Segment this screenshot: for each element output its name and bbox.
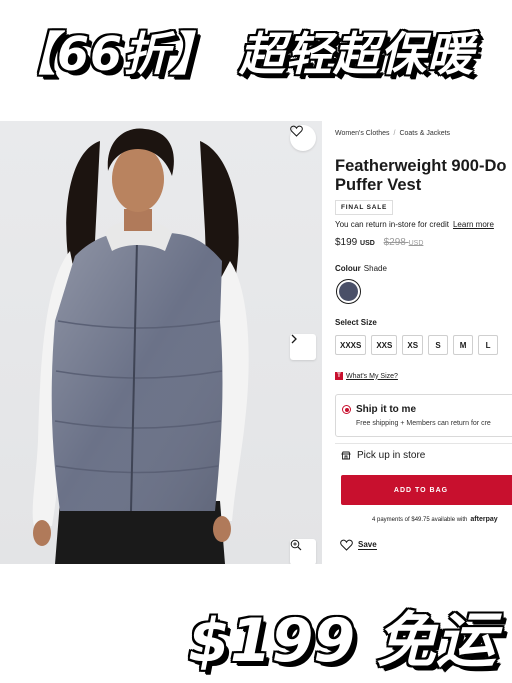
breadcrumb-separator: / (393, 130, 396, 137)
original-price: $298 USD (384, 237, 424, 248)
afterpay-text: 4 payments of $49.75 available with (372, 517, 468, 523)
final-sale-badge: FINAL SALE (335, 200, 394, 215)
ship-radio-selected[interactable] (342, 405, 351, 414)
colour-swatch-fill (339, 282, 358, 301)
size-guide-label: What's My Size? (346, 372, 398, 380)
promo-tagline: 超轻超保暖 (239, 27, 475, 81)
ship-subtitle: Free shipping + Members can return for c… (356, 420, 491, 427)
size-options: XXXS XXS XS S M L (335, 335, 499, 355)
next-image-button[interactable] (290, 334, 316, 360)
promo-discount: 【66折】 (10, 27, 218, 81)
size-option-xxs[interactable]: XXS (371, 335, 398, 355)
price-row: $199 USD $298 USD (335, 237, 423, 248)
promo-banner-top: 【66折】 超轻超保暖 (0, 18, 512, 88)
promo-banner-bottom: $199 免运 (188, 606, 496, 676)
product-image (0, 121, 322, 564)
learn-more-link[interactable]: Learn more (453, 220, 494, 229)
pickup-label: Pick up in store (357, 450, 426, 461)
store-icon (341, 451, 351, 460)
pick-up-in-store-option[interactable]: Pick up in store (335, 443, 512, 467)
save-label: Save (358, 540, 377, 550)
size-option-s[interactable]: S (428, 335, 449, 355)
chevron-right-icon (291, 334, 297, 344)
zoom-in-icon (290, 539, 302, 551)
size-option-l[interactable]: L (478, 335, 499, 355)
sale-price-currency: USD (360, 240, 375, 247)
colour-label: Colour Shade (335, 264, 387, 273)
heart-icon (340, 539, 353, 551)
ship-to-me-option[interactable]: Ship it to me Free shipping + Members ca… (335, 394, 512, 437)
save-button[interactable]: Save (340, 539, 377, 551)
breadcrumb-coats-jackets[interactable]: Coats & Jackets (399, 130, 450, 137)
size-option-xxxs[interactable]: XXXS (335, 335, 367, 355)
product-page-screenshot: Women's Clothes / Coats & Jackets Featherw… (0, 121, 512, 564)
model-wearing-vest-illustration (32, 128, 249, 564)
size-option-m[interactable]: M (453, 335, 474, 355)
product-title: Featherweight 900-Do Puffer Vest (335, 157, 512, 195)
colour-swatch-shade[interactable] (336, 279, 361, 304)
breadcrumb: Women's Clothes / Coats & Jackets (335, 130, 450, 137)
size-guide-icon: T (335, 372, 343, 380)
size-guide-link[interactable]: T What's My Size? (335, 372, 398, 380)
size-option-xs[interactable]: XS (402, 335, 424, 355)
colour-label-title: Colour (335, 264, 361, 273)
original-price-value: $298 (383, 237, 406, 248)
return-policy-text: You can return in-store for credit (335, 220, 449, 229)
afterpay-logo[interactable]: afterpay (470, 516, 497, 523)
zoom-button[interactable] (290, 539, 316, 564)
size-label: Select Size (335, 318, 377, 327)
colour-value: Shade (363, 264, 387, 273)
product-title-line1: Featherweight 900-Do (335, 157, 507, 175)
heart-icon (290, 125, 303, 137)
product-info-panel: Women's Clothes / Coats & Jackets Featherw… (335, 121, 512, 564)
wishlist-heart-button[interactable] (290, 125, 316, 151)
afterpay-note: 4 payments of $49.75 available with after… (372, 516, 498, 523)
breadcrumb-womens-clothes[interactable]: Women's Clothes (335, 130, 390, 137)
add-to-bag-button[interactable]: ADD TO BAG (341, 475, 512, 505)
ship-title: Ship it to me (356, 404, 416, 415)
sale-price: $199 (335, 237, 358, 248)
product-title-line2: Puffer Vest (335, 176, 422, 194)
return-policy-note: You can return in-store for credit Learn … (335, 220, 494, 229)
original-price-currency: USD (408, 240, 424, 247)
